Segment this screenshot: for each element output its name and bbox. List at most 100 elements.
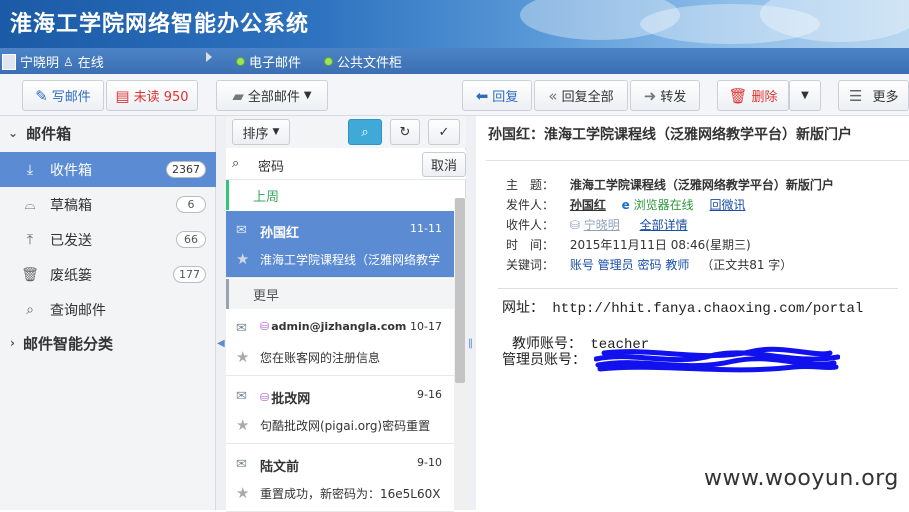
star-icon[interactable]: ★ [236,250,249,268]
chevron-right-icon: › [10,336,15,350]
drag-handle-icon: ‖ [468,338,473,349]
reply-button[interactable]: ⬅ 回复 [462,80,532,111]
mail-date: 11-11 [410,222,442,235]
sort-label: 排序 [242,126,269,142]
toolbar: ✎ 写邮件 ▤ 未读 950 ▰ 全部邮件 ▼ ⬅ 回复 « 回复全部 ➜ 转发… [0,74,909,116]
more-button[interactable]: ☰ 更多 [838,80,909,111]
forward-label: 转发 [660,90,687,105]
contact-icon: ⛁ [260,320,270,333]
scrollbar-thumb[interactable] [455,198,465,383]
trash-icon: 🗑 [728,86,748,105]
reply-all-button[interactable]: « 回复全部 [534,80,628,111]
mail-subject: 重置成功，新密码为：16e5L60X [260,487,441,501]
delete-button[interactable]: 🗑 删除 [717,80,789,111]
reply-all-icon: « [548,86,558,105]
play-arrow-icon [206,52,212,62]
keyword-link[interactable]: 教师 [665,258,689,272]
nav-arrow[interactable] [206,52,212,62]
sidebar: ⌄ 邮件箱 ⤓ 收件箱 2367 ⌓ 草稿箱 6 ⤒ 已发送 66 🗑 废纸篓 … [0,116,216,510]
nav-item-email[interactable]: 电子邮件 [236,52,301,71]
mark-read-button[interactable]: ✓ [428,119,460,145]
chevron-down-icon: ⌄ [8,126,19,140]
search-mail-icon: ⌕ [26,301,34,318]
sidebar-item-trash[interactable]: 🗑 废纸篓 177 [0,257,216,292]
mail-item[interactable]: ✉ 孙国红 11-11 ★ 淮海工学院课程线（泛雅网络教学 [226,211,454,278]
unread-button[interactable]: ▤ 未读 950 [106,80,198,111]
mail-item[interactable]: ✉ 陆文前 9-10 ★ 重置成功，新密码为：16e5L60X [226,445,454,512]
envelope-icon: ✉ [236,457,247,472]
nav-item-file-cabinet[interactable]: 公共文件柜 [324,52,402,71]
count-badge: 6 [176,196,206,213]
sidebar-item-sent[interactable]: ⤒ 已发送 66 [0,222,216,257]
mail-sender: admin@jizhangla.com [271,320,407,333]
panel-splitter[interactable]: ◀ [216,116,226,510]
caret-down-icon: ▼ [272,127,280,137]
reply-thanks-link[interactable]: 回微讯 [709,198,745,212]
user-info[interactable]: 宁晓明 ♙ 在线 [2,52,104,71]
forward-button[interactable]: ➜ 转发 [630,80,700,111]
avatar-icon [2,53,16,70]
sidebar-item-inbox[interactable]: ⤓ 收件箱 2367 [0,152,216,187]
to-row: 收件人： ⛁ 宁晓明 全部详情 [506,216,688,233]
cancel-search-button[interactable]: 取消 [422,152,466,177]
mail-item[interactable]: ✉ ⛁ 批改网 9-16 ★ 句酷批改网(pigai.org)密码重置 [226,377,454,444]
mail-sender: 孙国红 [260,226,300,241]
smart-category-header[interactable]: › 邮件智能分类 [0,326,216,360]
section-last-week: 上周 [226,180,454,210]
star-icon[interactable]: ★ [236,416,249,434]
count-badge: 177 [173,266,206,283]
collapse-left-icon: ◀ [217,338,225,349]
search-icon: ⌕ [361,124,369,140]
list-scrollbar[interactable] [454,198,466,510]
unread-label: 未读 950 [133,90,189,105]
sidebar-item-label: 查询邮件 [50,302,106,319]
count-badge: 2367 [166,161,206,178]
search-button[interactable]: ⌕ [348,119,382,145]
subject-row: 主 题： 淮海工学院课程线（泛雅网络教学平台）新版门户 [506,176,834,193]
compose-button[interactable]: ✎ 写邮件 [22,80,104,111]
list-icon: ☰ [849,86,863,105]
panel-splitter[interactable]: ‖ [466,116,476,510]
search-row: ⌕ 密码 取消 [226,150,466,180]
body-url-line: 网址： http://hhit.fanya.chaoxing.com/porta… [502,301,864,317]
mail-item[interactable]: ✉ ⛁ admin@jizhangla.com 10-17 ★ 您在账客网的注册… [226,309,454,376]
mail-header-info: 主 题： 淮海工学院课程线（泛雅网络教学平台）新版门户 发件人： 孙国红 e 浏… [486,160,909,280]
from-value[interactable]: 孙国红 [570,198,606,212]
keyword-link[interactable]: 密码 [638,258,662,272]
sent-icon: ⤒ [26,231,34,248]
search-input[interactable]: 密码 [258,156,284,175]
delete-dropdown-button[interactable]: ▼ [789,80,821,111]
keyword-link[interactable]: 账号 [570,258,594,272]
all-mail-dropdown[interactable]: ▰ 全部邮件 ▼ [216,80,328,111]
subject-label: 主 题： [506,178,555,192]
envelope-icon: ✉ [236,321,247,336]
browser-online-status: 浏览器在线 [633,198,694,212]
user-bar: 宁晓明 ♙ 在线 电子邮件 公共文件柜 [0,48,909,74]
reading-pane: 孙国红：淮海工学院课程线（泛雅网络教学平台）新版门户 主 题： 淮海工学院课程线… [476,116,909,510]
browser-icon: e [621,198,630,212]
redaction-scribble [594,346,840,373]
mailbox-header[interactable]: ⌄ 邮件箱 [0,116,216,150]
all-detail-link[interactable]: 全部详情 [640,218,688,232]
star-icon[interactable]: ★ [236,484,249,502]
sidebar-item-search-mail[interactable]: ⌕ 查询邮件 [0,292,216,327]
to-value[interactable]: 宁晓明 [584,218,620,232]
subject-value: 淮海工学院课程线（泛雅网络教学平台）新版门户 [569,178,834,192]
all-mail-label: 全部邮件 [247,90,300,105]
forward-arrow-icon: ➜ [643,86,657,105]
mail-date: 10-17 [410,320,442,333]
sidebar-item-drafts[interactable]: ⌓ 草稿箱 6 [0,187,216,222]
inbox-icon: ⤓ [26,161,34,178]
user-online-icon: ♙ [63,54,74,69]
to-label: 收件人： [506,218,555,232]
compose-label: 写邮件 [51,90,91,105]
refresh-button[interactable]: ↻ [390,119,420,145]
sort-dropdown[interactable]: 排序 ▼ [232,119,290,145]
sidebar-item-label: 草稿箱 [50,197,92,214]
mail-date: 9-10 [417,456,442,469]
app-header: 淮海工学院网络智能办公系统 [0,0,909,48]
drafts-icon: ⌓ [24,196,36,213]
star-icon[interactable]: ★ [236,348,249,366]
status-dot-icon [324,57,333,66]
keyword-link[interactable]: 管理员 [598,258,634,272]
